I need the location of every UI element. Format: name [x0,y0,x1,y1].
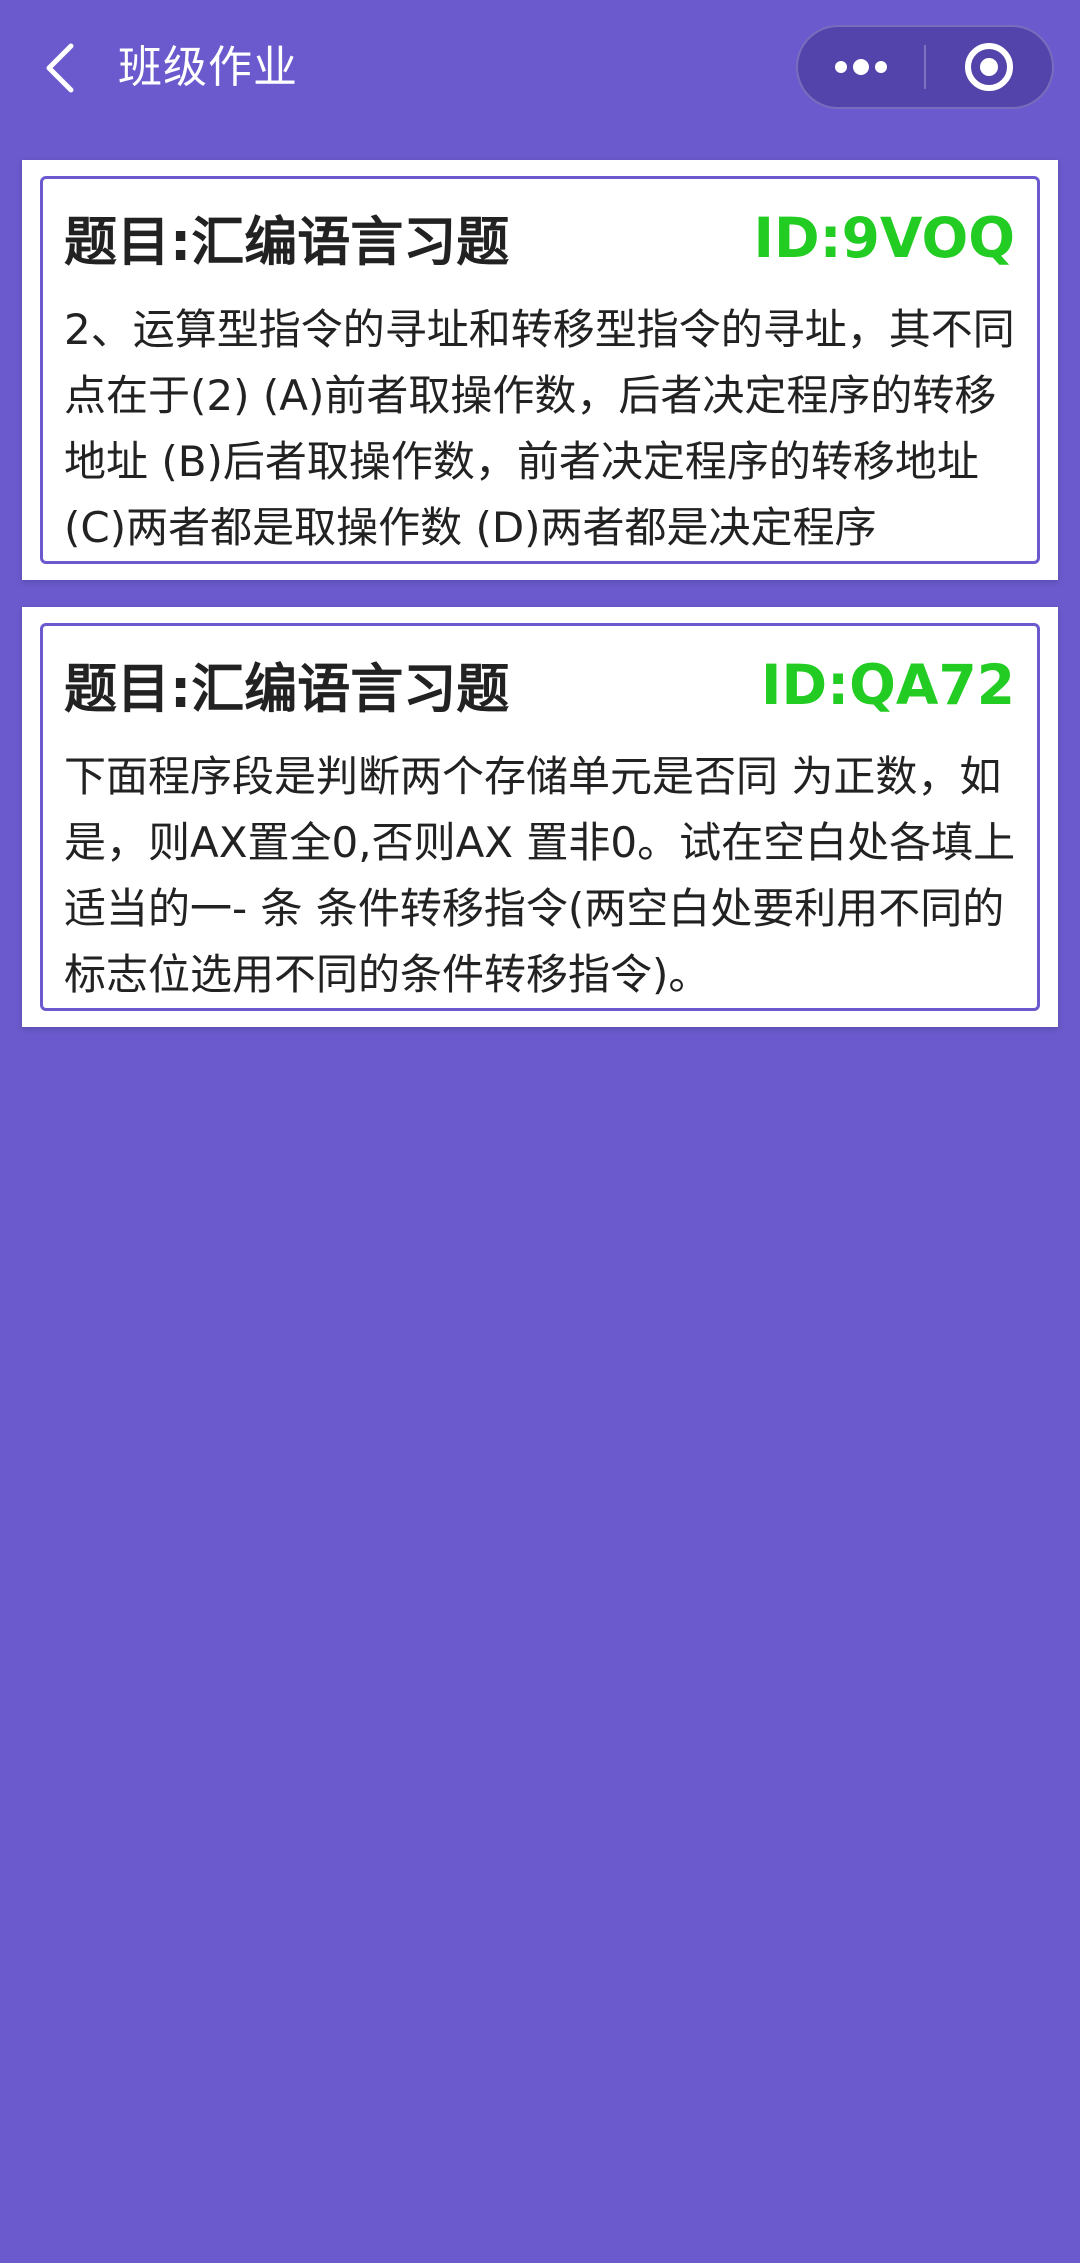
target-circle-icon [965,43,1013,91]
question-card[interactable]: 题目:汇编语言习题 ID:QA72 下面程序段是判断两个存储单元是否同 为正数，… [22,607,1058,1027]
question-content: 下面程序段是判断两个存储单元是否同 为正数，如是，则AX置全0,否则AX 置非0… [64,752,1016,999]
question-title: 题目:汇编语言习题 [64,659,510,720]
question-card-frame: 题目:汇编语言习题 ID:9VOQ 2、运算型指令的寻址和转移型指令的寻址，其不… [40,176,1040,564]
close-miniprogram-button[interactable] [926,27,1052,107]
question-card-frame: 题目:汇编语言习题 ID:QA72 下面程序段是判断两个存储单元是否同 为正数，… [40,623,1040,1011]
question-card-header: 题目:汇编语言习题 ID:9VOQ [64,179,1033,297]
back-button[interactable] [30,34,90,102]
question-id: ID:9VOQ [753,206,1016,270]
question-content: 2、运算型指令的寻址和转移型指令的寻址，其不同点在于(2) (A)前者取操作数，… [64,305,1015,552]
question-title: 题目:汇编语言习题 [64,212,510,273]
question-id: ID:QA72 [761,653,1015,717]
miniprogram-capsule [796,25,1054,109]
chevron-left-icon [46,43,74,93]
navigation-bar: 班级作业 [0,0,1080,140]
page-title: 班级作业 [118,42,298,93]
question-card-header: 题目:汇编语言习题 ID:QA72 [64,626,1033,744]
more-button[interactable] [798,27,924,107]
question-card[interactable]: 题目:汇编语言习题 ID:9VOQ 2、运算型指令的寻址和转移型指令的寻址，其不… [22,160,1058,580]
more-dots-icon [835,59,887,75]
